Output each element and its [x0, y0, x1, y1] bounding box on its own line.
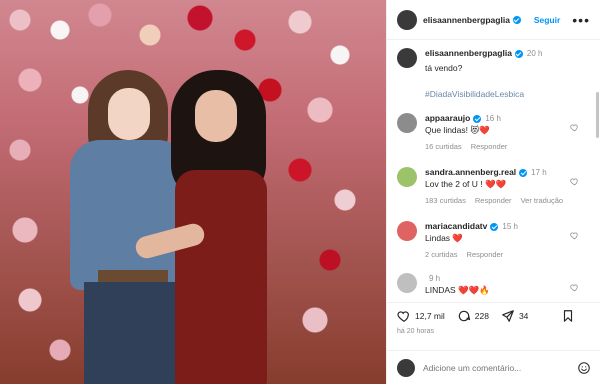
save-action[interactable] — [561, 309, 579, 323]
comment-avatar[interactable] — [397, 273, 417, 293]
add-comment-bar — [387, 350, 600, 384]
comments-list[interactable]: elisaannenbergpaglia 20 h tá vendo? #Diad… — [387, 40, 600, 302]
post-caption: elisaannenbergpaglia 20 h tá vendo? #Diad… — [387, 40, 600, 99]
share-icon[interactable] — [501, 309, 515, 323]
comment-text: LINDAS ❤️❤️🔥 — [425, 285, 490, 295]
verified-badge-icon — [514, 49, 523, 58]
comment-username[interactable]: mariacandidatv — [425, 221, 487, 231]
comment-action[interactable]: 228 — [457, 309, 489, 323]
comments-count: 228 — [474, 310, 489, 321]
heart-icon[interactable] — [397, 309, 411, 323]
caption-text: tá vendo? — [425, 63, 463, 73]
like-action[interactable]: 12,7 mil — [397, 309, 445, 323]
caption-username[interactable]: elisaannenbergpaglia — [425, 48, 512, 58]
bookmark-icon[interactable] — [561, 309, 575, 323]
comment-item: appaaraujo 16 h Que lindas! 😻❤️ 16 curtid… — [387, 113, 600, 151]
translate-button[interactable]: Ver tradução — [521, 196, 564, 205]
current-user-avatar — [397, 358, 415, 377]
reply-button[interactable]: Responder — [471, 142, 508, 151]
verified-badge-icon — [473, 114, 482, 123]
author-avatar[interactable] — [397, 9, 417, 30]
comment-avatar[interactable] — [397, 167, 417, 187]
comment-text: Lov the 2 of U ! ❤️❤️ — [425, 179, 507, 189]
share-action[interactable]: 34 — [501, 309, 528, 323]
comment-time: 17 h — [531, 168, 547, 177]
caption-time: 20 h — [526, 49, 543, 58]
reply-button[interactable]: Responder — [467, 250, 504, 259]
verified-badge-icon — [512, 15, 521, 24]
comment-time: 15 h — [502, 222, 518, 231]
comment-avatar[interactable] — [397, 113, 417, 133]
author-username[interactable]: elisaannenbergpaglia — [423, 15, 510, 25]
smiley-icon[interactable] — [577, 361, 591, 375]
comment-username[interactable]: sandra.annenberg.real — [425, 167, 516, 177]
more-options-icon[interactable]: ••• — [572, 13, 590, 27]
caption-hashtag[interactable]: #DiadaVisibilidadeLesbica — [425, 89, 543, 99]
caption-avatar[interactable] — [397, 48, 417, 68]
person-right — [133, 70, 275, 384]
comment-item: 9 h LINDAS ❤️❤️🔥 — [387, 273, 600, 296]
verified-badge-icon — [490, 222, 499, 231]
comment-likes[interactable]: 183 curtidas — [425, 196, 466, 205]
post-view: elisaannenbergpaglia Seguir ••• elisaann… — [0, 0, 600, 384]
post-photo[interactable] — [0, 0, 386, 384]
comment-input[interactable] — [423, 362, 563, 373]
follow-button[interactable]: Seguir — [534, 15, 560, 25]
post-sidebar: elisaannenbergpaglia Seguir ••• elisaann… — [386, 0, 600, 384]
comment-text: Lindas ❤️ — [425, 233, 463, 243]
comment-likes[interactable]: 16 curtidas — [425, 142, 462, 151]
comment-time: 9 h — [429, 274, 441, 283]
post-header: elisaannenbergpaglia Seguir ••• — [387, 0, 600, 40]
post-actions: 12,7 mil 228 34 — [387, 302, 600, 328]
comment-item: mariacandidatv 15 h Lindas ❤️ 2 curtidas R… — [387, 221, 600, 259]
comments-scrollbar[interactable] — [596, 92, 599, 138]
comment-like-heart-icon[interactable] — [570, 123, 579, 132]
reply-button[interactable]: Responder — [475, 196, 512, 205]
shares-count: 34 — [518, 310, 529, 321]
comment-text: Que lindas! 😻❤️ — [425, 125, 490, 135]
likes-count[interactable]: 12,7 mil — [415, 311, 445, 321]
comment-time: 16 h — [485, 114, 501, 123]
comment-icon[interactable] — [457, 309, 471, 323]
comment-item: sandra.annenberg.real 17 h Lov the 2 of U… — [387, 167, 600, 205]
comment-like-heart-icon[interactable] — [570, 231, 579, 240]
comment-like-heart-icon[interactable] — [570, 283, 579, 292]
comment-username[interactable]: appaaraujo — [425, 113, 470, 123]
verified-badge-icon — [519, 168, 528, 177]
comment-likes[interactable]: 2 curtidas — [425, 250, 458, 259]
post-date: há 20 horas — [397, 328, 434, 335]
comment-avatar[interactable] — [397, 221, 417, 241]
comment-like-heart-icon[interactable] — [570, 177, 579, 186]
